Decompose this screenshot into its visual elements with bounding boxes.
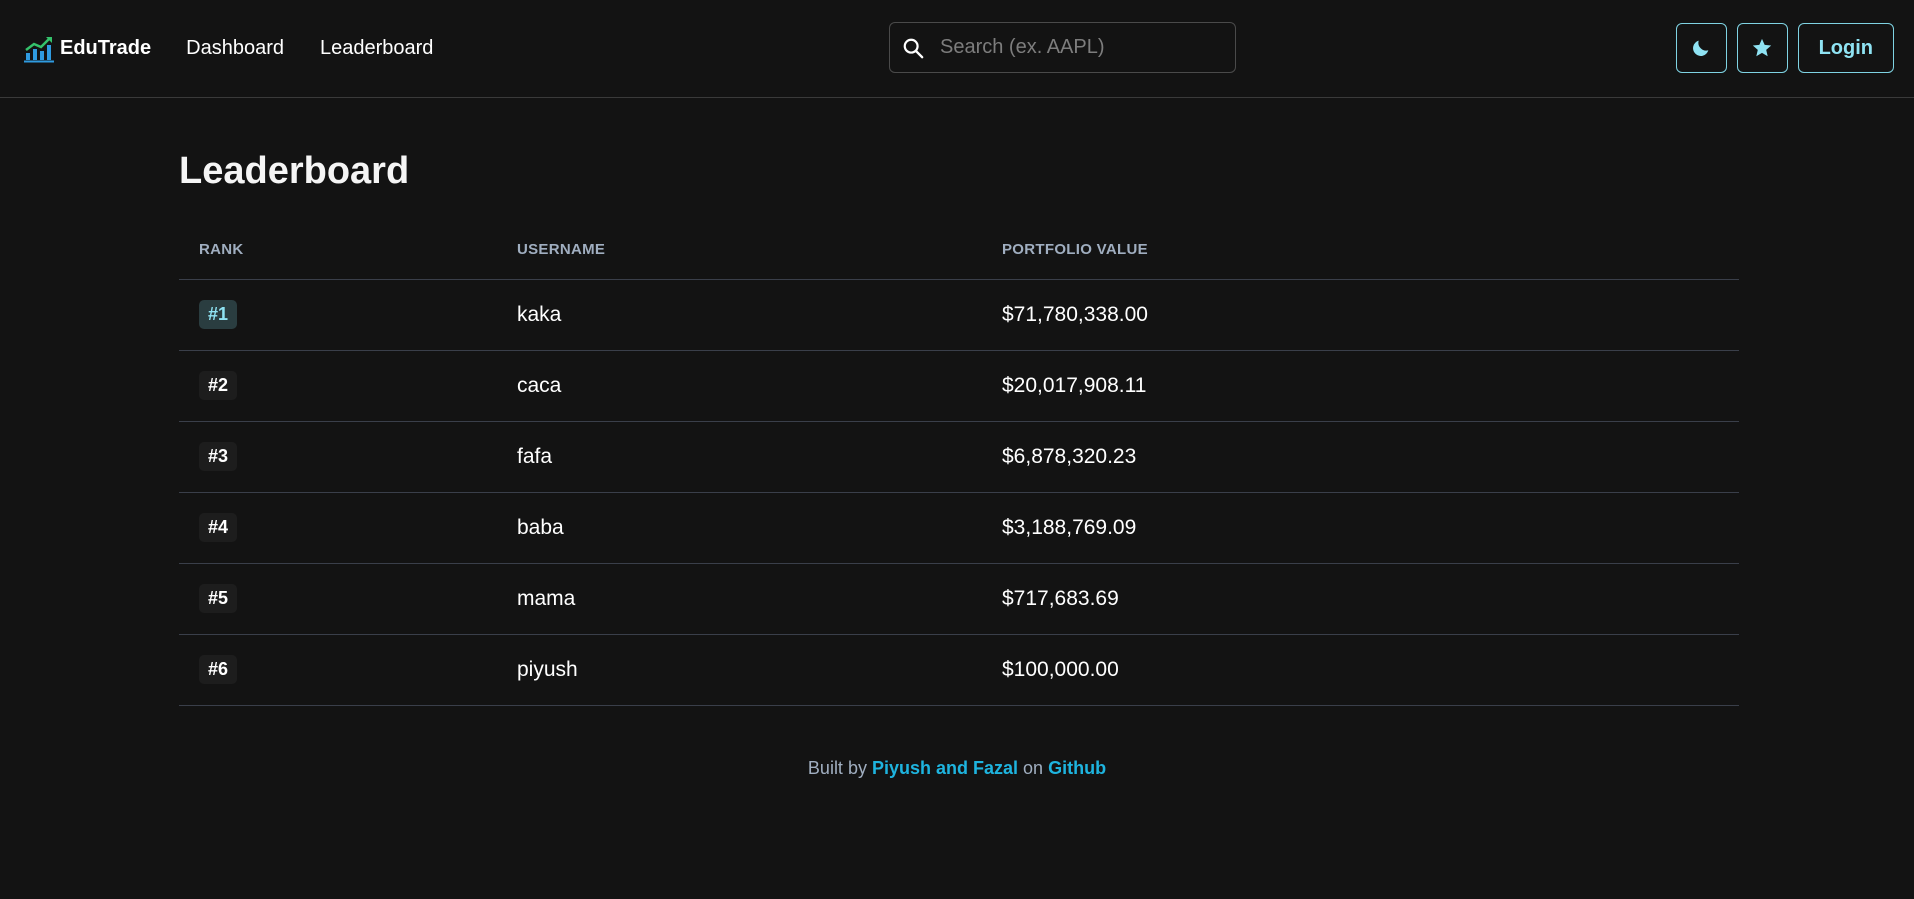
- table-row: #1 kaka $71,780,338.00: [179, 279, 1739, 351]
- username-cell: piyush: [517, 634, 1002, 706]
- nav-link-dashboard[interactable]: Dashboard: [186, 37, 284, 60]
- star-icon: [1752, 38, 1772, 57]
- portfolio-value-cell: $100,000.00: [1002, 634, 1739, 706]
- column-header-username: USERNAME: [517, 221, 1002, 280]
- favorites-button[interactable]: [1736, 23, 1788, 73]
- rank-badge: #2: [199, 371, 238, 400]
- theme-toggle-button[interactable]: [1675, 23, 1727, 73]
- portfolio-value-cell: $6,878,320.23: [1002, 421, 1739, 493]
- search-icon: [903, 38, 924, 58]
- nav-link-leaderboard[interactable]: Leaderboard: [320, 37, 433, 60]
- leaderboard-table: RANK USERNAME PORTFOLIO VALUE #1 kaka $7…: [179, 221, 1739, 706]
- footer: Built by Piyush and Fazal on Github: [0, 758, 1914, 779]
- search-box: [889, 22, 1236, 73]
- rank-badge: #3: [199, 442, 238, 471]
- login-button[interactable]: Login: [1797, 23, 1894, 73]
- nav-actions: Login: [1675, 23, 1894, 73]
- column-header-rank: RANK: [179, 221, 517, 280]
- username-cell: baba: [517, 492, 1002, 564]
- portfolio-value-cell: $71,780,338.00: [1002, 279, 1739, 351]
- column-header-portfolio-value: PORTFOLIO VALUE: [1002, 221, 1739, 280]
- page-title: Leaderboard: [179, 150, 410, 192]
- chart-logo-icon: [24, 36, 54, 62]
- username-cell: fafa: [517, 421, 1002, 493]
- rank-badge: #6: [199, 655, 238, 684]
- moon-icon: [1693, 40, 1709, 56]
- brand-name: EduTrade: [60, 37, 152, 59]
- username-cell: mama: [517, 563, 1002, 635]
- leaderboard-page: Leaderboard RANK USERNAME PORTFOLIO VALU…: [0, 98, 1739, 779]
- table-header-row: RANK USERNAME PORTFOLIO VALUE: [179, 221, 1739, 280]
- table-row: #2 caca $20,017,908.11: [179, 350, 1739, 422]
- rank-badge: #5: [199, 584, 238, 613]
- footer-github-link[interactable]: Github: [1048, 758, 1106, 778]
- table-row: #6 piyush $100,000.00: [179, 634, 1739, 706]
- rank-badge: #1: [199, 300, 238, 329]
- search-input[interactable]: [940, 36, 1220, 59]
- username-cell: kaka: [517, 279, 1002, 351]
- portfolio-value-cell: $3,188,769.09: [1002, 492, 1739, 564]
- footer-prefix: Built by: [807, 757, 867, 778]
- portfolio-value-cell: $20,017,908.11: [1002, 350, 1739, 422]
- table-row: #4 baba $3,188,769.09: [179, 492, 1739, 564]
- footer-authors-link[interactable]: Piyush and Fazal: [872, 758, 1018, 778]
- navbar: EduTrade Dashboard Leaderboard Login: [0, 0, 1914, 98]
- username-cell: caca: [517, 350, 1002, 422]
- table-row: #3 fafa $6,878,320.23: [179, 421, 1739, 493]
- footer-middle: on: [1023, 757, 1044, 778]
- nav-links: Dashboard Leaderboard: [186, 37, 433, 60]
- rank-badge: #4: [199, 513, 238, 542]
- brand-logo-link[interactable]: EduTrade: [24, 35, 151, 63]
- table-row: #5 mama $717,683.69: [179, 563, 1739, 635]
- portfolio-value-cell: $717,683.69: [1002, 563, 1739, 635]
